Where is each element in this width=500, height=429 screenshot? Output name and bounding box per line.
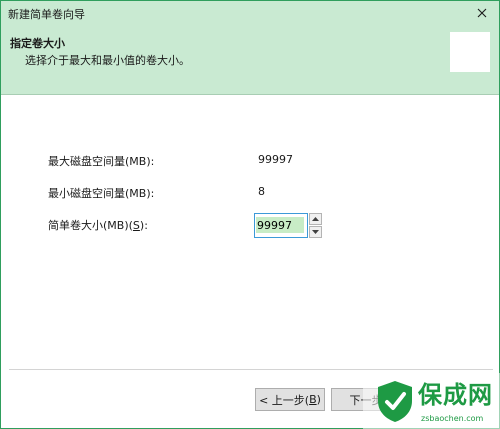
back-button-prefix: < 上一步( bbox=[259, 393, 310, 407]
shield-icon bbox=[378, 381, 412, 422]
title-bar: 新建简单卷向导 bbox=[1, 1, 499, 25]
close-button[interactable] bbox=[465, 1, 499, 25]
watermark-url: zsbaochen.com bbox=[421, 414, 484, 423]
spin-up-icon bbox=[312, 217, 319, 221]
min-space-label: 最小磁盘空间量(MB): bbox=[48, 187, 155, 200]
volume-size-input[interactable] bbox=[254, 213, 308, 238]
footer-separator bbox=[9, 369, 493, 370]
max-space-label: 最大磁盘空间量(MB): bbox=[48, 155, 155, 168]
volume-size-stepper[interactable] bbox=[254, 213, 322, 239]
volume-size-label-prefix: 简单卷大小(MB)( bbox=[48, 219, 133, 232]
wizard-window: 新建简单卷向导 指定卷大小 选择介于最大和最小值的卷大小。 最大磁盘空间量(MB… bbox=[0, 0, 500, 429]
min-space-value: 8 bbox=[258, 185, 265, 198]
max-space-value: 99997 bbox=[258, 153, 293, 166]
header-description: 选择介于最大和最小值的卷大小。 bbox=[25, 54, 190, 67]
header-image bbox=[450, 32, 490, 72]
back-button-key: B bbox=[309, 393, 317, 406]
wizard-header: 指定卷大小 选择介于最大和最小值的卷大小。 bbox=[1, 25, 499, 95]
watermark-text: 保成网 bbox=[418, 381, 493, 409]
back-button-suffix: ) bbox=[316, 393, 321, 406]
window-title: 新建简单卷向导 bbox=[8, 8, 85, 21]
header-title: 指定卷大小 bbox=[10, 37, 65, 50]
spin-down-button[interactable] bbox=[309, 226, 322, 238]
spin-up-button[interactable] bbox=[309, 213, 322, 225]
close-icon bbox=[477, 8, 487, 18]
back-button[interactable]: < 上一步(B) bbox=[255, 388, 325, 411]
spin-down-icon bbox=[312, 230, 319, 234]
watermark: 保成网 zsbaochen.com bbox=[363, 373, 500, 429]
volume-size-label-key: S bbox=[132, 219, 140, 232]
volume-size-label-suffix: ): bbox=[139, 219, 148, 232]
volume-size-label: 简单卷大小(MB)(S): bbox=[48, 217, 148, 233]
